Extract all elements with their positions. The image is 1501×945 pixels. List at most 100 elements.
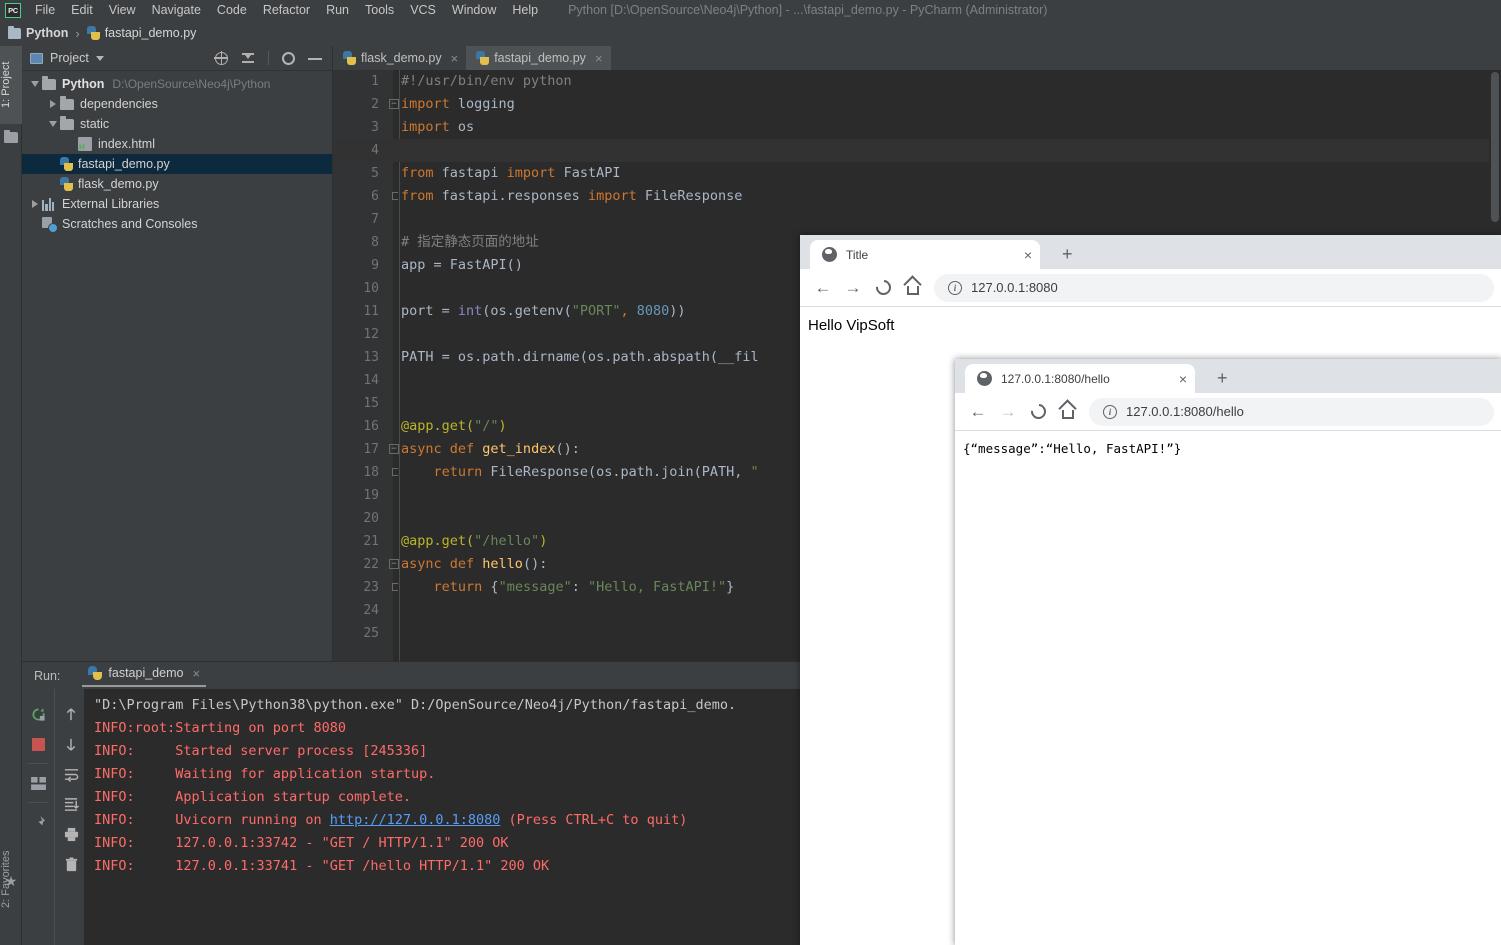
address-bar[interactable]: i 127.0.0.1:8080/hello bbox=[1089, 398, 1494, 426]
line-number: 22 bbox=[333, 553, 379, 576]
new-tab-button[interactable]: + bbox=[1062, 245, 1073, 263]
close-icon[interactable]: × bbox=[595, 52, 603, 65]
close-icon[interactable]: × bbox=[192, 666, 200, 681]
forward-button[interactable]: → bbox=[838, 273, 868, 303]
code-text: from fastapi import FastAPI bbox=[401, 162, 620, 185]
close-icon[interactable]: × bbox=[1024, 248, 1032, 262]
menu-view[interactable]: View bbox=[101, 1, 144, 19]
line-number: 13 bbox=[333, 346, 379, 369]
forward-button[interactable]: → bbox=[993, 397, 1023, 427]
up-arrow-icon[interactable] bbox=[55, 699, 87, 729]
chevron-down-icon[interactable] bbox=[28, 81, 42, 87]
line-number: 23 bbox=[333, 576, 379, 599]
title-bar: PC FileEditViewNavigateCodeRefactorRunTo… bbox=[0, 0, 1501, 20]
locate-icon[interactable] bbox=[215, 52, 228, 65]
back-button[interactable]: ← bbox=[808, 273, 838, 303]
breadcrumb-file[interactable]: fastapi_demo.py bbox=[105, 26, 197, 40]
page-body-text: Hello VipSoft bbox=[808, 317, 1494, 334]
browser-tab[interactable]: Title × bbox=[810, 240, 1040, 269]
fold-collapse-icon[interactable]: − bbox=[389, 444, 399, 454]
soft-wrap-icon[interactable] bbox=[55, 759, 87, 789]
globe-favicon-icon bbox=[977, 371, 992, 386]
print-icon[interactable] bbox=[55, 819, 87, 849]
tree-item-label: index.html bbox=[98, 137, 155, 151]
gear-icon[interactable] bbox=[282, 52, 295, 65]
tree-item-label: Scratches and Consoles bbox=[62, 217, 198, 231]
info-icon[interactable]: i bbox=[1103, 405, 1117, 419]
browser-tab[interactable]: 127.0.0.1:8080/hello × bbox=[965, 364, 1195, 393]
browser-tab-title: 127.0.0.1:8080/hello bbox=[1001, 372, 1173, 386]
close-icon[interactable]: × bbox=[451, 52, 459, 65]
console-link[interactable]: http://127.0.0.1:8080 bbox=[330, 812, 501, 828]
menu-help[interactable]: Help bbox=[504, 1, 546, 19]
hide-panel-icon[interactable] bbox=[308, 51, 322, 65]
menu-window[interactable]: Window bbox=[444, 1, 504, 19]
menu-tools[interactable]: Tools bbox=[357, 1, 402, 19]
project-folder-icon bbox=[4, 132, 18, 143]
scrollbar-thumb[interactable] bbox=[1491, 72, 1499, 222]
menu-file[interactable]: File bbox=[27, 1, 63, 19]
tree-item-flask-demo-py[interactable]: flask_demo.py bbox=[22, 174, 332, 194]
fold-collapse-icon[interactable]: − bbox=[389, 99, 399, 109]
collapse-all-icon[interactable] bbox=[241, 51, 255, 65]
editor-tab-fastapi-demo-py[interactable]: fastapi_demo.py × bbox=[466, 46, 610, 70]
fold-collapse-icon[interactable]: − bbox=[389, 559, 399, 569]
sidebar-tab-project[interactable]: 1: Project bbox=[0, 46, 22, 124]
line-number: 17 bbox=[333, 438, 379, 461]
chevron-down-icon[interactable] bbox=[96, 56, 104, 61]
editor-tab-label: flask_demo.py bbox=[361, 51, 442, 65]
line-number: 25 bbox=[333, 622, 379, 645]
editor-tab-label: fastapi_demo.py bbox=[494, 51, 586, 65]
home-icon[interactable] bbox=[898, 273, 928, 303]
pin-icon[interactable] bbox=[22, 807, 54, 837]
menu-run[interactable]: Run bbox=[318, 1, 357, 19]
stop-icon[interactable] bbox=[22, 729, 54, 759]
menu-edit[interactable]: Edit bbox=[63, 1, 101, 19]
menu-vcs[interactable]: VCS bbox=[402, 1, 444, 19]
code-text: app = FastAPI() bbox=[401, 254, 523, 277]
menu-refactor[interactable]: Refactor bbox=[255, 1, 318, 19]
project-icon bbox=[30, 53, 43, 64]
down-arrow-icon[interactable] bbox=[55, 729, 87, 759]
line-number: 3 bbox=[333, 116, 379, 139]
tree-item-external-libraries[interactable]: External Libraries bbox=[22, 194, 332, 214]
browser-window-front[interactable]: 127.0.0.1:8080/hello × + ← → i 127.0.0.1… bbox=[955, 359, 1501, 945]
layout-icon[interactable] bbox=[22, 768, 54, 798]
editor-tab-flask-demo-py[interactable]: flask_demo.py × bbox=[333, 46, 466, 70]
scroll-to-end-icon[interactable] bbox=[55, 789, 87, 819]
new-tab-button[interactable]: + bbox=[1217, 369, 1228, 387]
reload-icon[interactable] bbox=[1023, 397, 1053, 427]
info-icon[interactable]: i bbox=[948, 281, 962, 295]
trash-icon[interactable] bbox=[55, 849, 87, 879]
line-number: 11 bbox=[333, 300, 379, 323]
menu-code[interactable]: Code bbox=[209, 1, 255, 19]
tree-item-fastapi-demo-py[interactable]: fastapi_demo.py bbox=[22, 154, 332, 174]
reload-icon[interactable] bbox=[868, 273, 898, 303]
chevron-right-icon[interactable] bbox=[46, 100, 60, 108]
chevron-down-icon[interactable] bbox=[46, 121, 60, 127]
project-tree: PythonD:\OpenSource\Neo4j\Pythondependen… bbox=[22, 71, 332, 234]
run-tab-fastapi-demo[interactable]: fastapi_demo × bbox=[82, 665, 206, 687]
tree-item-python[interactable]: PythonD:\OpenSource\Neo4j\Python bbox=[22, 74, 332, 94]
code-text: import os bbox=[401, 116, 474, 139]
back-button[interactable]: ← bbox=[963, 397, 993, 427]
address-bar[interactable]: i 127.0.0.1:8080 bbox=[934, 274, 1494, 302]
project-panel-title[interactable]: Project bbox=[50, 51, 89, 65]
menu-navigate[interactable]: Navigate bbox=[144, 1, 209, 19]
html-file-icon bbox=[78, 137, 92, 151]
tree-item-scratches-and-consoles[interactable]: Scratches and Consoles bbox=[22, 214, 332, 234]
home-icon[interactable] bbox=[1053, 397, 1083, 427]
breadcrumb-project[interactable]: Python bbox=[26, 26, 68, 40]
browser-toolbar: ← → i 127.0.0.1:8080 bbox=[800, 269, 1501, 307]
rerun-icon[interactable] bbox=[22, 699, 54, 729]
run-toolbar-secondary bbox=[54, 689, 84, 945]
tree-item-index-html[interactable]: index.html bbox=[22, 134, 332, 154]
tree-item-static[interactable]: static bbox=[22, 114, 332, 134]
browser-tab-title: Title bbox=[846, 248, 1018, 262]
divider bbox=[28, 763, 48, 764]
python-file-icon bbox=[60, 177, 73, 191]
scratches-icon bbox=[42, 217, 56, 231]
tree-item-dependencies[interactable]: dependencies bbox=[22, 94, 332, 114]
close-icon[interactable]: × bbox=[1179, 372, 1187, 386]
chevron-right-icon[interactable] bbox=[28, 200, 42, 208]
